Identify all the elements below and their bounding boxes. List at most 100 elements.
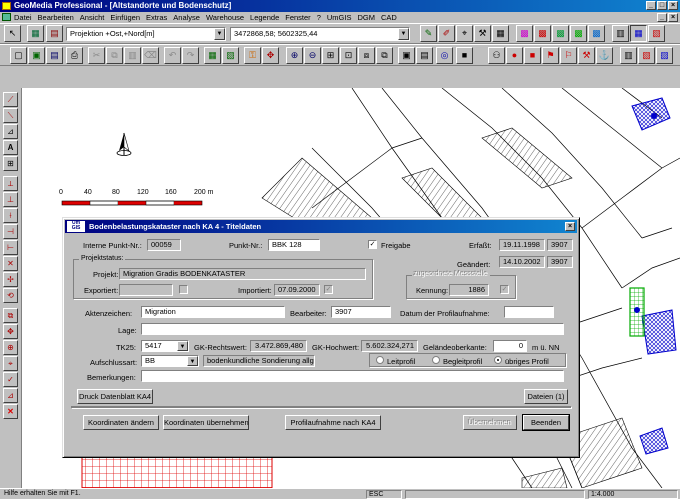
rotate-icon[interactable]: ⟲ bbox=[3, 288, 18, 303]
pan-icon[interactable]: ✥ bbox=[262, 47, 279, 64]
select-set-icon[interactable]: ▧ bbox=[222, 47, 239, 64]
paste-icon[interactable]: ▥ bbox=[124, 47, 141, 64]
grid-active-icon[interactable]: ▦ bbox=[630, 25, 647, 42]
delete-vertex-icon[interactable]: ✕ bbox=[3, 256, 18, 271]
map-icon[interactable]: ▥ bbox=[620, 47, 637, 64]
edit-vertex-icon[interactable]: ⟂ bbox=[3, 176, 18, 191]
zoom-window-icon[interactable]: ⊞ bbox=[322, 47, 339, 64]
menu-analyse[interactable]: Analyse bbox=[173, 13, 200, 22]
grid-icon[interactable]: ▧ bbox=[648, 25, 665, 42]
validate-icon[interactable]: ✓ bbox=[3, 372, 18, 387]
menu-ansicht[interactable]: Ansicht bbox=[80, 13, 105, 22]
feature-icon[interactable]: ⚒ bbox=[578, 47, 595, 64]
tool-icon[interactable]: ⌖ bbox=[456, 25, 473, 42]
begleitprofil-radio[interactable] bbox=[432, 356, 440, 364]
chevron-down-icon[interactable]: ▼ bbox=[214, 28, 225, 40]
merge-icon[interactable]: ⊕ bbox=[3, 340, 18, 355]
rect-icon[interactable]: ■ bbox=[524, 47, 541, 64]
close-button[interactable]: × bbox=[668, 1, 678, 10]
undo-icon[interactable]: ↶ bbox=[164, 47, 181, 64]
redo-icon[interactable]: ↷ bbox=[182, 47, 199, 64]
text-icon[interactable]: A bbox=[3, 140, 18, 155]
menu-einfuegen[interactable]: Einfügen bbox=[110, 13, 140, 22]
legend-icon[interactable]: ▩ bbox=[516, 25, 533, 42]
delete-icon[interactable]: ⌫ bbox=[142, 47, 159, 64]
feature-icon[interactable]: ⚓ bbox=[596, 47, 613, 64]
print-icon[interactable]: ⎙ bbox=[66, 47, 83, 64]
grid-icon[interactable]: ▥ bbox=[612, 25, 629, 42]
menu-warehouse[interactable]: Warehouse bbox=[206, 13, 244, 22]
koordinaten-uebernehmen-button[interactable]: Koordinaten übernehmen bbox=[163, 415, 249, 430]
datum-field[interactable] bbox=[504, 306, 554, 318]
menu-help[interactable]: ? bbox=[317, 13, 321, 22]
chevron-down-icon[interactable]: ▼ bbox=[187, 356, 198, 366]
mdi-close-button[interactable]: × bbox=[668, 13, 678, 22]
point-icon[interactable]: ● bbox=[506, 47, 523, 64]
profilaufnahme-button[interactable]: Profilaufnahme nach KA4 bbox=[285, 415, 381, 430]
aktenzeichen-field[interactable]: Migration bbox=[141, 306, 285, 318]
label-icon[interactable]: ⊞ bbox=[3, 156, 18, 171]
map-icon[interactable]: ▨ bbox=[656, 47, 673, 64]
new-icon[interactable]: ▢ bbox=[10, 47, 27, 64]
druck-datenblatt-button[interactable]: Druck Datenblatt KA4 bbox=[77, 389, 153, 404]
feature-icon[interactable]: ⚐ bbox=[560, 47, 577, 64]
select-set-icon[interactable]: ▦ bbox=[204, 47, 221, 64]
tk25-select[interactable]: 5417 ▼ bbox=[141, 340, 189, 352]
binoculars-icon[interactable]: ⚇ bbox=[488, 47, 505, 64]
delete-icon[interactable]: ✕ bbox=[3, 404, 18, 419]
zoom-out-icon[interactable]: ⊖ bbox=[304, 47, 321, 64]
layer-icon[interactable]: ▦ bbox=[27, 25, 44, 42]
maximize-button[interactable]: □ bbox=[657, 1, 667, 10]
dateien-button[interactable]: Dateien (1) bbox=[524, 389, 568, 404]
query-icon[interactable]: ▤ bbox=[416, 47, 433, 64]
menu-legende[interactable]: Legende bbox=[250, 13, 279, 22]
zoom-in-icon[interactable]: ⊕ bbox=[286, 47, 303, 64]
punkt-field[interactable]: BBK 128 bbox=[268, 239, 320, 251]
menu-umgis[interactable]: UmGIS bbox=[327, 13, 352, 22]
menu-datei[interactable]: Datei bbox=[14, 13, 32, 22]
koordinaten-aendern-button[interactable]: Koordinaten ändern bbox=[83, 415, 159, 430]
draw-line-icon[interactable]: ⟋ bbox=[3, 92, 18, 107]
uebriges-profil-radio[interactable] bbox=[494, 356, 502, 364]
gelaende-field[interactable]: 0 bbox=[493, 340, 527, 352]
lage-field[interactable] bbox=[141, 323, 564, 335]
edit-vertex-icon[interactable]: ⊥ bbox=[3, 192, 18, 207]
menu-bearbeiten[interactable]: Bearbeiten bbox=[38, 13, 74, 22]
snap-icon[interactable]: ⌖ bbox=[3, 356, 18, 371]
chevron-down-icon[interactable]: ▼ bbox=[398, 28, 409, 40]
copy-feature-icon[interactable]: ⧉ bbox=[3, 308, 18, 323]
projection-select[interactable]: Projektion +Ost,+Nord[m] ▼ bbox=[66, 27, 226, 41]
coordinate-display[interactable]: 3472868,58; 5602325,44 ▼ bbox=[230, 27, 410, 41]
uebernehmen-button[interactable]: Übernehmen bbox=[463, 415, 517, 430]
lock-icon[interactable]: ⚿ bbox=[244, 47, 261, 64]
extend-icon[interactable]: ⊣ bbox=[3, 224, 18, 239]
table-icon[interactable]: ▦ bbox=[492, 25, 509, 42]
chevron-down-icon[interactable]: ▼ bbox=[177, 341, 188, 351]
legend-icon[interactable]: ▩ bbox=[588, 25, 605, 42]
split-icon[interactable]: ⟊ bbox=[3, 208, 18, 223]
refresh-icon[interactable]: ▣ bbox=[398, 47, 415, 64]
select-arrow-icon[interactable]: ↖ bbox=[4, 25, 21, 42]
legend-icon[interactable]: ▩ bbox=[570, 25, 587, 42]
menu-fenster[interactable]: Fenster bbox=[285, 13, 310, 22]
cut-icon[interactable]: ✂ bbox=[88, 47, 105, 64]
legend-icon[interactable]: ▩ bbox=[534, 25, 551, 42]
menu-extras[interactable]: Extras bbox=[146, 13, 167, 22]
zoom-extent-icon[interactable]: ⊡ bbox=[340, 47, 357, 64]
insert-icon[interactable]: ✢ bbox=[3, 272, 18, 287]
draw-area-icon[interactable]: ⊿ bbox=[3, 124, 18, 139]
minimize-button[interactable]: _ bbox=[646, 1, 656, 10]
projection-icon[interactable]: ▤ bbox=[46, 25, 63, 42]
draw-line-icon[interactable]: ⟍ bbox=[3, 108, 18, 123]
menu-cad[interactable]: CAD bbox=[381, 13, 397, 22]
zoom-prev-icon[interactable]: ⧈ bbox=[358, 47, 375, 64]
draw-icon[interactable]: ✎ bbox=[420, 25, 437, 42]
bearbeiter-field[interactable]: 3907 bbox=[331, 306, 391, 318]
aufschluss-select[interactable]: BB ▼ bbox=[141, 355, 199, 367]
zoom-next-icon[interactable]: ⧉ bbox=[376, 47, 393, 64]
trim-icon[interactable]: ⊢ bbox=[3, 240, 18, 255]
move-icon[interactable]: ✥ bbox=[3, 324, 18, 339]
legend-icon[interactable]: ▩ bbox=[552, 25, 569, 42]
mdi-minimize-button[interactable]: _ bbox=[657, 13, 667, 22]
copy-icon[interactable]: ⧉ bbox=[106, 47, 123, 64]
